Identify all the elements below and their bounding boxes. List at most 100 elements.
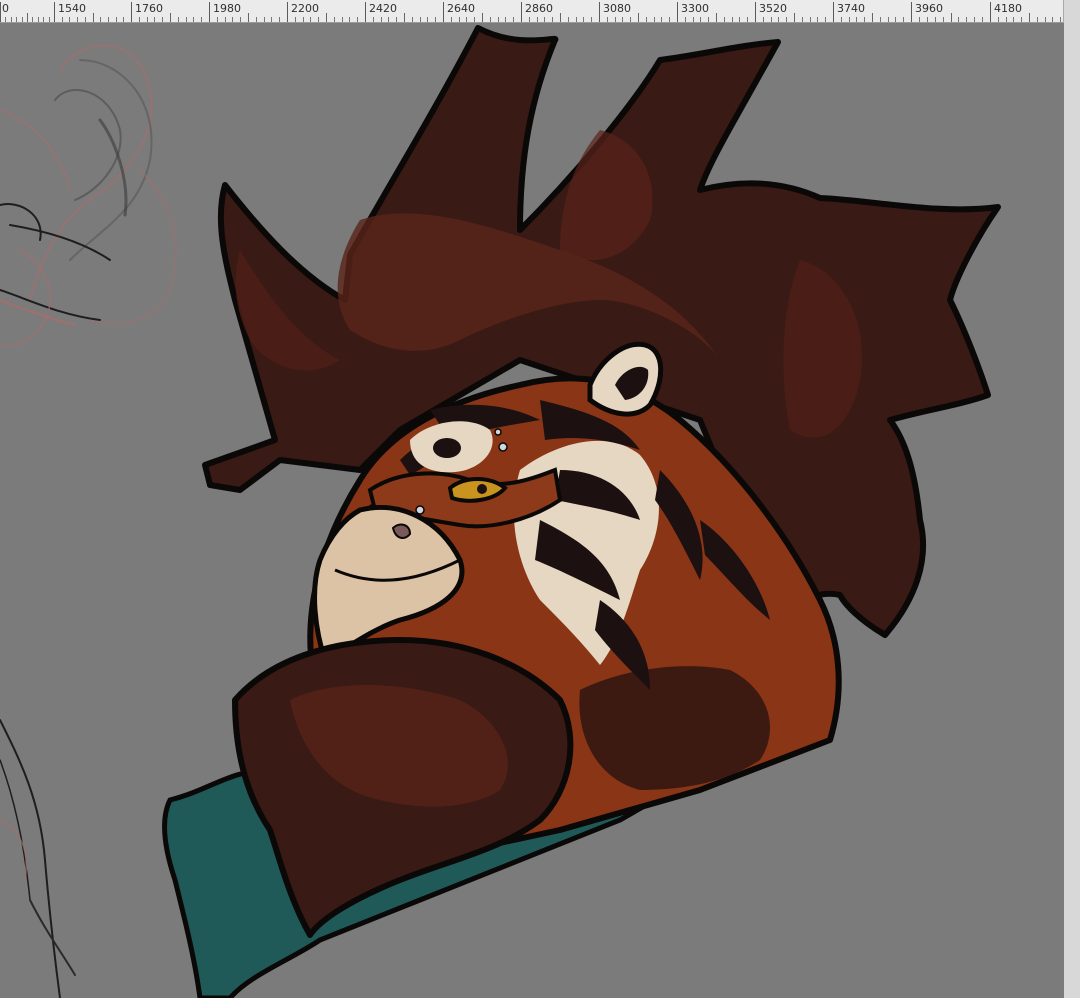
ruler-minor-tick xyxy=(271,17,272,22)
ruler-minor-tick xyxy=(326,13,327,22)
brow-spot xyxy=(433,438,461,458)
ruler-minor-tick xyxy=(888,17,889,22)
ruler-minor-tick xyxy=(630,17,631,22)
ruler-minor-tick xyxy=(786,17,787,22)
ruler-minor-tick xyxy=(27,13,28,22)
ruler-minor-tick xyxy=(864,17,865,22)
ruler-label: 0 xyxy=(2,2,9,15)
ruler-minor-tick xyxy=(303,17,304,22)
ruler-minor-tick xyxy=(225,17,226,22)
ruler-minor-tick xyxy=(232,17,233,22)
ruler-label: 1540 xyxy=(58,2,86,15)
horizontal-ruler[interactable]: 0 1540 1760 1980 2200 2420 2640 2860 308… xyxy=(0,0,1064,23)
ruler-major-tick xyxy=(54,2,55,22)
ruler-label: 1760 xyxy=(135,2,163,15)
ruler-minor-tick xyxy=(162,17,163,22)
ruler-minor-tick xyxy=(93,13,94,22)
ruler-minor-tick xyxy=(576,17,577,22)
ruler-minor-tick xyxy=(794,13,795,22)
ruler-minor-tick xyxy=(638,13,639,22)
ruler-major-tick xyxy=(521,2,522,22)
ruler-minor-tick xyxy=(69,17,70,22)
ruler-minor-tick xyxy=(661,17,662,22)
ruler-minor-tick xyxy=(256,17,257,22)
piercing-stud xyxy=(415,505,425,515)
ruler-minor-tick xyxy=(178,17,179,22)
ruler-label: 3080 xyxy=(603,2,631,15)
ruler-minor-tick xyxy=(357,17,358,22)
ruler-label: 2860 xyxy=(525,2,553,15)
ruler-minor-tick xyxy=(771,17,772,22)
ruler-minor-tick xyxy=(552,17,553,22)
ruler-minor-tick xyxy=(724,17,725,22)
ruler-minor-tick xyxy=(295,17,296,22)
ruler-minor-tick xyxy=(919,17,920,22)
ruler-minor-tick xyxy=(396,17,397,22)
ruler-minor-tick xyxy=(310,17,311,22)
ruler-major-tick xyxy=(833,2,834,22)
ruler-minor-tick xyxy=(958,17,959,22)
ruler-minor-tick xyxy=(615,17,616,22)
ruler-minor-tick xyxy=(49,17,50,22)
ruler-minor-tick xyxy=(591,17,592,22)
ruler-minor-tick xyxy=(77,17,78,22)
ruler-minor-tick xyxy=(318,17,319,22)
ruler-minor-tick xyxy=(38,17,39,22)
ruler-minor-tick xyxy=(404,13,405,22)
ruler-label: 3300 xyxy=(681,2,709,15)
ruler-minor-tick xyxy=(607,17,608,22)
ruler-minor-tick xyxy=(193,17,194,22)
ruler-minor-tick xyxy=(841,17,842,22)
ruler-minor-tick xyxy=(170,13,171,22)
ruler-minor-tick xyxy=(1037,17,1038,22)
drawing-canvas[interactable] xyxy=(0,23,1064,998)
ruler-minor-tick xyxy=(646,17,647,22)
ruler-minor-tick xyxy=(927,17,928,22)
ruler-minor-tick xyxy=(943,17,944,22)
ruler-minor-tick xyxy=(16,17,17,22)
ruler-minor-tick xyxy=(100,17,101,22)
ruler-major-tick xyxy=(365,2,366,22)
ruler-minor-tick xyxy=(32,17,33,22)
ruler-major-tick xyxy=(443,2,444,22)
ruler-minor-tick xyxy=(903,17,904,22)
ruler-minor-tick xyxy=(669,17,670,22)
piercing-stud xyxy=(498,442,508,452)
ruler-minor-tick xyxy=(381,17,382,22)
ruler-minor-tick xyxy=(240,17,241,22)
ruler-minor-tick xyxy=(716,13,717,22)
ruler-minor-tick xyxy=(935,17,936,22)
ruler-minor-tick xyxy=(513,17,514,22)
ruler-minor-tick xyxy=(739,17,740,22)
ruler-minor-tick xyxy=(1029,13,1030,22)
ruler-minor-tick xyxy=(154,17,155,22)
ruler-minor-tick xyxy=(700,17,701,22)
ruler-major-tick xyxy=(677,2,678,22)
ruler-minor-tick xyxy=(201,17,202,22)
ruler-minor-tick xyxy=(825,17,826,22)
ruler-minor-tick xyxy=(966,17,967,22)
ruler-minor-tick xyxy=(22,17,23,22)
ruler-minor-tick xyxy=(388,17,389,22)
ruler-minor-tick xyxy=(373,17,374,22)
ruler-minor-tick xyxy=(529,17,530,22)
ruler-major-tick xyxy=(911,2,912,22)
ruler-minor-tick xyxy=(732,17,733,22)
ruler-minor-tick xyxy=(880,17,881,22)
ruler-major-tick xyxy=(599,2,600,22)
ruler-minor-tick xyxy=(1052,17,1053,22)
ruler-minor-tick xyxy=(43,17,44,22)
ruler-minor-tick xyxy=(505,17,506,22)
ruler-major-tick xyxy=(755,2,756,22)
ruler-minor-tick xyxy=(186,17,187,22)
ruler-minor-tick xyxy=(951,13,952,22)
ruler-minor-tick xyxy=(763,17,764,22)
piercing-stud xyxy=(494,428,502,436)
ruler-minor-tick xyxy=(849,17,850,22)
ruler-minor-tick xyxy=(139,17,140,22)
ruler-minor-tick xyxy=(147,17,148,22)
drawing-app-window: 0 1540 1760 1980 2200 2420 2640 2860 308… xyxy=(0,0,1080,998)
ruler-minor-tick xyxy=(1006,17,1007,22)
ruler-minor-tick xyxy=(1013,17,1014,22)
vertical-scrollbar[interactable] xyxy=(1063,0,1080,998)
